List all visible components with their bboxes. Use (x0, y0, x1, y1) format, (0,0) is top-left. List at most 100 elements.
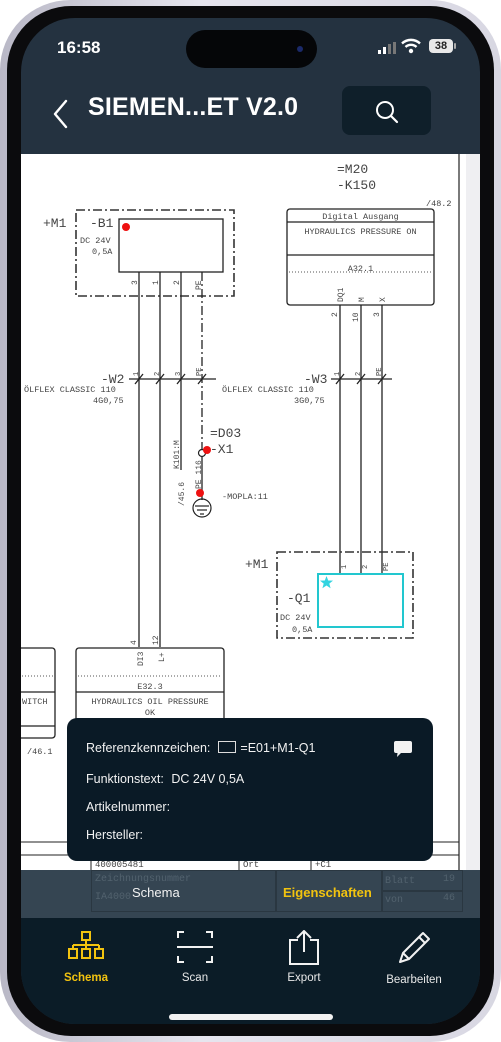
w3-core-label: 1 (334, 372, 342, 376)
w3-core-label: 2 (355, 372, 363, 376)
tab-export[interactable]: Export (254, 930, 354, 990)
scan-icon (177, 931, 213, 963)
q1-pin-label: 2 (362, 565, 370, 569)
camera-dot (297, 46, 303, 52)
ground-marker-dot[interactable] (196, 489, 204, 497)
share-icon (289, 930, 319, 965)
q1-location: +M1 (245, 557, 269, 572)
e32-text2: OK (145, 708, 156, 718)
function-text-row: Funktionstext: DC 24V 0,5A (86, 772, 244, 786)
w2-core-label: 2 (154, 372, 162, 376)
page-title: SIEMEN...ET V2.0 (88, 93, 299, 121)
e32-wire-number: 4 (130, 640, 139, 645)
ground-icon (192, 498, 212, 518)
view-segment-bar: Zeichnungsnummer IA4000 Blatt 19 von 46 … (21, 870, 480, 918)
b1-tag: -B1 (90, 216, 114, 231)
w3-spec: 3G0,75 (294, 396, 325, 406)
wifi-icon (401, 38, 421, 54)
article-number-label: Artikelnummer: (86, 800, 171, 814)
manufacturer-row: Hersteller: (86, 828, 147, 842)
k150-function: =M20 (337, 162, 368, 177)
k150-wire-number: 2 (331, 312, 340, 317)
b1-rating-voltage: DC 24V (80, 236, 112, 246)
w3-core-label: PE (376, 368, 384, 376)
tab-export-label: Export (287, 972, 321, 984)
device-box-icon (218, 741, 237, 753)
dynamic-island (186, 30, 317, 68)
b1-device-box[interactable] (118, 218, 224, 273)
tab-bearbeiten[interactable]: Bearbeiten (364, 930, 464, 990)
function-text-value[interactable]: DC 24V 0,5A (171, 772, 244, 786)
tab-schema-label: Schema (63, 972, 109, 984)
title-ort-label: Ort (243, 860, 259, 870)
w2-core-label: 1 (133, 372, 141, 376)
battery-indicator: 38 (429, 39, 456, 53)
w2-core-label: 3 (175, 372, 183, 376)
pencil-icon (399, 932, 430, 963)
k150-pin-label: X (379, 297, 388, 302)
function-text-label: Funktionstext: (86, 772, 164, 786)
navigation-bar: SIEMEN...ET V2.0 (21, 78, 480, 154)
reference-row: Referenzkennzeichen: =E01+M1-Q1 (86, 741, 315, 755)
w3-type: ÖLFLEX CLASSIC 110 (222, 384, 314, 395)
reference-label: Referenzkennzeichen: (86, 741, 211, 755)
w2-type: ÖLFLEX CLASSIC 110 (24, 384, 116, 395)
pe-label: PE 116 (195, 460, 204, 489)
wire-label-k101m: K101:M (173, 440, 182, 469)
comment-icon[interactable] (393, 740, 413, 758)
b1-location: +M1 (43, 216, 67, 231)
e32-pin-label: L+ (158, 652, 167, 662)
e32-pin-label: DI3 (137, 651, 146, 666)
search-button[interactable] (342, 86, 431, 135)
w3-wires (339, 305, 383, 573)
e32-text1: HYDRAULICS OIL PRESSURE (91, 697, 208, 707)
terminal-marker-dot[interactable] (203, 446, 211, 454)
k150-page-ref: /48.2 (426, 199, 452, 209)
sheet-margin (466, 154, 480, 870)
tab-scan-label: Scan (181, 972, 209, 984)
e32-address: E32.3 (137, 682, 163, 692)
home-indicator[interactable] (169, 1014, 333, 1020)
terminal-tag: -X1 (210, 442, 234, 457)
title-ort-value: +C1 (315, 860, 331, 870)
ground-label: -MOPLA:11 (222, 492, 268, 502)
tab-bearbeiten-label: Bearbeiten (386, 974, 442, 986)
b1-rating-current: 0,5A (92, 247, 113, 257)
w2-core-label: PE (196, 368, 204, 376)
segment-eigenschaften-label: Eigenschaften (283, 885, 372, 900)
b1-pin-labels: 3 1 2 PE (131, 280, 204, 290)
left-partial-box[interactable] (21, 647, 56, 739)
cellular-signal-icon (378, 42, 396, 54)
w2-spec: 4G0,75 (93, 396, 124, 406)
reference-value[interactable]: =E01+M1-Q1 (240, 741, 315, 755)
title-doc-no: 400005481 (95, 860, 144, 870)
segment-schema-label: Schema (132, 885, 180, 900)
q1-rating-current: 0,5A (292, 625, 313, 635)
k150-header: Digital Ausgang (322, 212, 399, 222)
left-partial-text: WITCH (22, 697, 48, 707)
status-bar: 16:58 38 (21, 18, 480, 78)
w2-wires (138, 272, 203, 647)
properties-popup: Referenzkennzeichen: =E01+M1-Q1 Funktions… (67, 718, 433, 861)
b1-marker-dot[interactable] (122, 223, 130, 231)
q1-pin-label: 1 (341, 565, 349, 569)
status-time: 16:58 (57, 38, 101, 57)
terminal-function: =D03 (210, 426, 241, 441)
screen: 16:58 38 SIEMEN...ET V2.0 +M1 -B1 DC 24V… (21, 18, 480, 1024)
chevron-left-icon (53, 99, 68, 129)
segment-eigenschaften[interactable]: Eigenschaften (275, 870, 480, 918)
back-button[interactable] (49, 96, 73, 132)
tab-scan[interactable]: Scan (145, 930, 245, 990)
segment-schema[interactable]: Schema (21, 870, 275, 918)
q1-pin-label: PE (383, 563, 391, 571)
k150-wire-number: 3 (373, 312, 382, 317)
q1-tag: -Q1 (287, 591, 311, 606)
k150-text: HYDRAULICS PRESSURE ON (304, 227, 416, 237)
tab-bar: Schema Scan Export Bearbeiten (21, 918, 480, 1024)
page-ref-45-6: /45.6 (178, 482, 187, 506)
k150-address: A32.1 (348, 264, 374, 274)
k150-pin-label: DQ1 (337, 287, 346, 302)
k150-plc-box[interactable] (286, 208, 435, 306)
manufacturer-label: Hersteller: (86, 828, 143, 842)
tab-schema[interactable]: Schema (36, 930, 136, 990)
